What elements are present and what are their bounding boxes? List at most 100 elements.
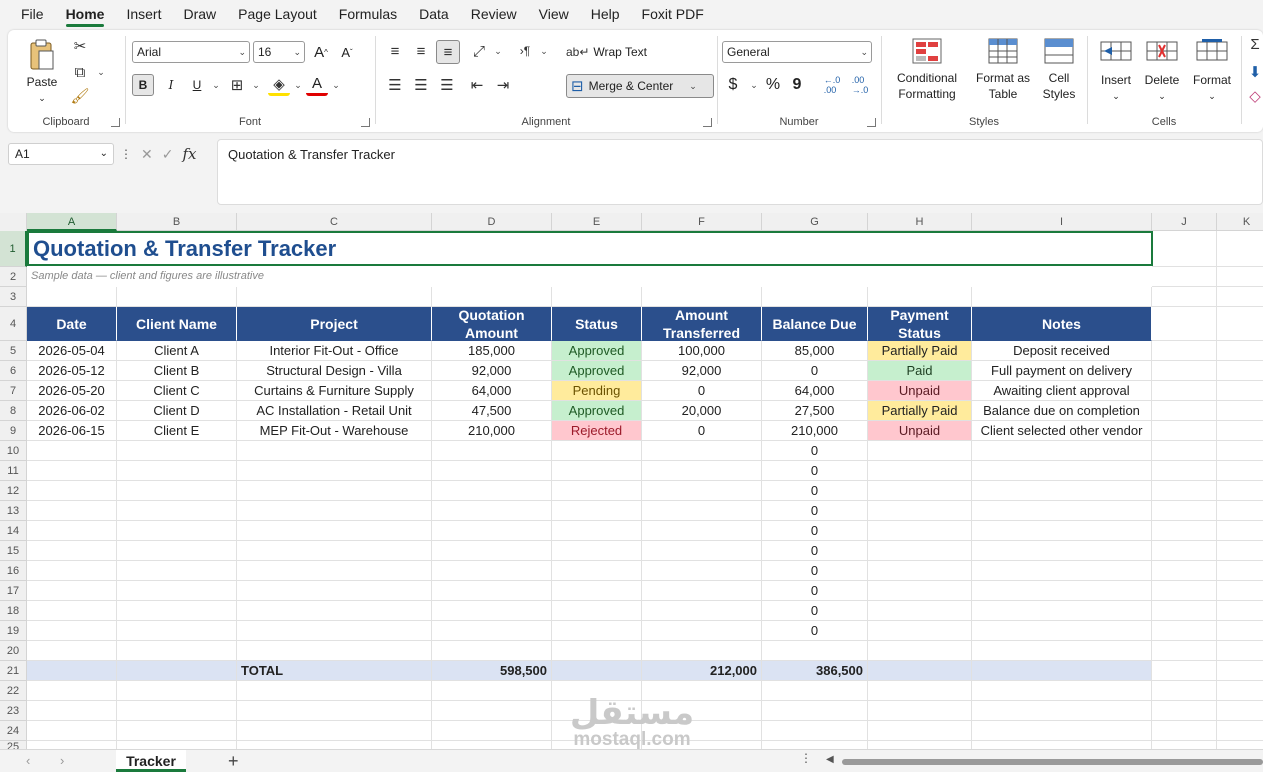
empty-cell[interactable]: [1217, 701, 1263, 721]
notes-cell[interactable]: Balance due on completion: [972, 401, 1152, 421]
row-header-7[interactable]: 7: [0, 381, 27, 401]
sheet-tab-tracker[interactable]: Tracker: [116, 750, 186, 772]
empty-cell[interactable]: [1152, 287, 1217, 307]
row-header-9[interactable]: 9: [0, 421, 27, 441]
conditional-formatting-icon[interactable]: [910, 36, 944, 66]
empty-cell[interactable]: [27, 601, 117, 621]
empty-cell[interactable]: [117, 601, 237, 621]
empty-cell[interactable]: [1152, 441, 1217, 461]
format-as-table-label[interactable]: Format as Table: [974, 70, 1032, 102]
table-header-balance-due[interactable]: Balance Due: [762, 307, 868, 341]
align-center-icon[interactable]: ☰: [410, 74, 432, 96]
project-cell[interactable]: Interior Fit-Out - Office: [237, 341, 432, 361]
orientation-dropdown-icon[interactable]: ⌄: [493, 40, 503, 62]
empty-cell[interactable]: [432, 741, 552, 749]
total-cell[interactable]: [972, 661, 1152, 681]
empty-cell[interactable]: [237, 601, 432, 621]
empty-cell[interactable]: [27, 721, 117, 741]
empty-cell[interactable]: [432, 701, 552, 721]
empty-cell[interactable]: [117, 721, 237, 741]
align-left-icon[interactable]: ☰: [384, 74, 406, 96]
empty-cell[interactable]: [432, 501, 552, 521]
menu-draw[interactable]: Draw: [172, 0, 227, 28]
align-bottom-icon[interactable]: ≡: [436, 40, 460, 64]
empty-cell[interactable]: [1152, 541, 1217, 561]
conditional-formatting-label[interactable]: Conditional Formatting: [886, 70, 968, 102]
empty-cell[interactable]: [868, 521, 972, 541]
empty-cell[interactable]: [1217, 521, 1263, 541]
add-sheet-button[interactable]: +: [228, 750, 239, 772]
empty-cell[interactable]: [762, 681, 868, 701]
empty-cell[interactable]: [117, 541, 237, 561]
empty-cell[interactable]: [972, 581, 1152, 601]
column-header-a[interactable]: A: [27, 213, 117, 231]
balance-cell[interactable]: 27,500: [762, 401, 868, 421]
client-cell[interactable]: Client B: [117, 361, 237, 381]
empty-cell[interactable]: [237, 581, 432, 601]
empty-cell[interactable]: [237, 621, 432, 641]
empty-cell[interactable]: [552, 441, 642, 461]
empty-cell[interactable]: [237, 461, 432, 481]
empty-cell[interactable]: [642, 561, 762, 581]
empty-cell[interactable]: [552, 501, 642, 521]
empty-cell[interactable]: [27, 681, 117, 701]
table-header-date[interactable]: Date: [27, 307, 117, 341]
empty-cell[interactable]: [868, 701, 972, 721]
empty-cell[interactable]: [432, 621, 552, 641]
paste-button-label[interactable]: Paste: [18, 74, 66, 90]
notes-cell[interactable]: Deposit received: [972, 341, 1152, 361]
column-header-j[interactable]: J: [1152, 213, 1217, 231]
empty-cell[interactable]: [642, 501, 762, 521]
column-header-f[interactable]: F: [642, 213, 762, 231]
more-options-icon[interactable]: ⋮: [120, 147, 132, 161]
empty-cell[interactable]: [1152, 641, 1217, 661]
number-format-select[interactable]: General ⌄: [722, 41, 872, 63]
empty-cell[interactable]: [552, 287, 642, 307]
empty-cell[interactable]: [552, 601, 642, 621]
empty-cell[interactable]: [1152, 741, 1217, 749]
column-header-k[interactable]: K: [1217, 213, 1263, 231]
empty-cell[interactable]: [762, 287, 868, 307]
date-cell[interactable]: 2026-05-04: [27, 341, 117, 361]
empty-cell[interactable]: [27, 541, 117, 561]
cancel-icon[interactable]: ✕: [141, 146, 153, 163]
menu-view[interactable]: View: [528, 0, 580, 28]
empty-cell[interactable]: [432, 561, 552, 581]
empty-cell[interactable]: [552, 621, 642, 641]
empty-cell[interactable]: [1152, 401, 1217, 421]
text-direction-dropdown-icon[interactable]: ⌄: [539, 40, 549, 62]
autosum-icon[interactable]: Σ: [1248, 34, 1262, 54]
empty-cell[interactable]: [1152, 231, 1217, 267]
empty-cell[interactable]: [1217, 661, 1263, 681]
empty-cell[interactable]: [1152, 601, 1217, 621]
row-header-24[interactable]: 24: [0, 721, 27, 741]
empty-cell[interactable]: [762, 701, 868, 721]
empty-cell[interactable]: [642, 521, 762, 541]
select-all-corner[interactable]: [0, 213, 27, 231]
empty-cell[interactable]: [432, 541, 552, 561]
row-header-16[interactable]: 16: [0, 561, 27, 581]
empty-cell[interactable]: [1217, 287, 1263, 307]
empty-cell[interactable]: [117, 681, 237, 701]
empty-cell[interactable]: [117, 701, 237, 721]
empty-cell[interactable]: [432, 521, 552, 541]
total-cell[interactable]: [117, 661, 237, 681]
empty-cell[interactable]: [868, 441, 972, 461]
column-header-e[interactable]: E: [552, 213, 642, 231]
empty-cell[interactable]: [1152, 307, 1217, 341]
subtitle-cell[interactable]: Sample data — client and figures are ill…: [27, 266, 1153, 286]
row-header-1[interactable]: 1: [0, 231, 27, 267]
status-badge[interactable]: Approved: [552, 401, 642, 421]
empty-cell[interactable]: [1152, 421, 1217, 441]
bold-button[interactable]: B: [132, 74, 154, 96]
row-header-18[interactable]: 18: [0, 601, 27, 621]
fill-color-icon[interactable]: ◈: [268, 74, 290, 96]
italic-button[interactable]: I: [160, 74, 182, 96]
empty-cell[interactable]: [1152, 481, 1217, 501]
balance-cell[interactable]: 0: [762, 441, 868, 461]
row-header-4[interactable]: 4: [0, 307, 27, 341]
transferred-cell[interactable]: 20,000: [642, 401, 762, 421]
row-header-21[interactable]: 21: [0, 661, 27, 681]
currency-dropdown-icon[interactable]: ⌄: [749, 74, 759, 96]
row-header-3[interactable]: 3: [0, 287, 27, 307]
